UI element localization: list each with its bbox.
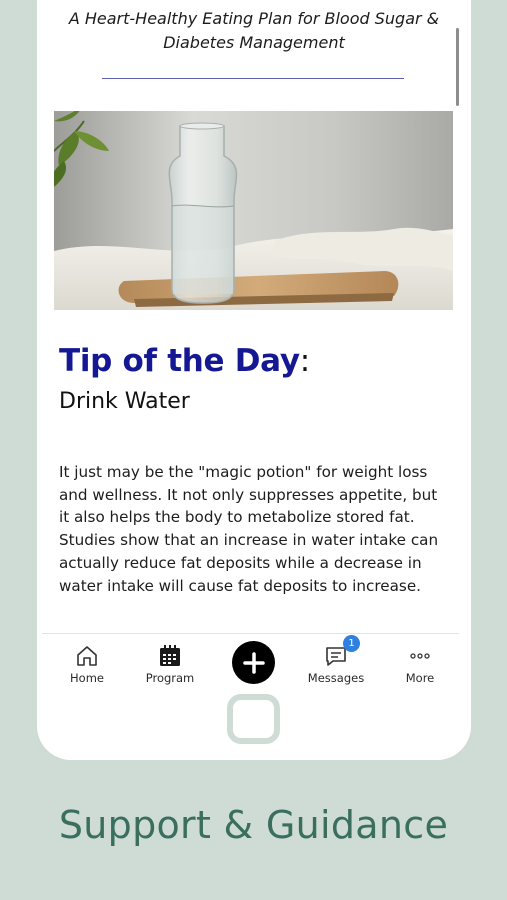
scrollbar[interactable] [456,28,459,106]
calendar-icon [160,645,180,666]
phone-screen: A Heart-Healthy Eating Plan for Blood Su… [37,0,471,760]
tip-title: Drink Water [59,389,190,414]
nav-program[interactable]: Program [130,638,210,685]
add-button[interactable] [232,641,275,684]
nav-home[interactable]: Home [47,638,127,685]
nav-home-label: Home [70,671,104,685]
nav-more-label: More [405,671,435,685]
more-dots-icon [410,653,430,659]
water-carafe-photo [54,111,453,310]
home-indicator-button[interactable] [227,694,280,744]
tip-body: It just may be the "magic potion" for we… [59,463,439,595]
nav-divider [42,633,459,634]
nav-program-label: Program [145,671,195,685]
nav-more[interactable]: More [380,638,460,685]
tip-heading-colon: : [299,343,310,379]
nav-messages[interactable]: 1 Messages [296,635,376,685]
home-icon [77,646,97,666]
tip-heading: Tip of the Day: [59,343,310,379]
tip-heading-text: Tip of the Day [59,343,300,379]
divider [102,78,404,79]
nav-messages-label: Messages [307,671,365,685]
messages-badge: 1 [343,635,360,652]
plus-icon [242,651,265,674]
article-subtitle: A Heart-Healthy Eating Plan for Blood Su… [68,9,440,52]
tagline: Support & Guidance [58,803,449,847]
